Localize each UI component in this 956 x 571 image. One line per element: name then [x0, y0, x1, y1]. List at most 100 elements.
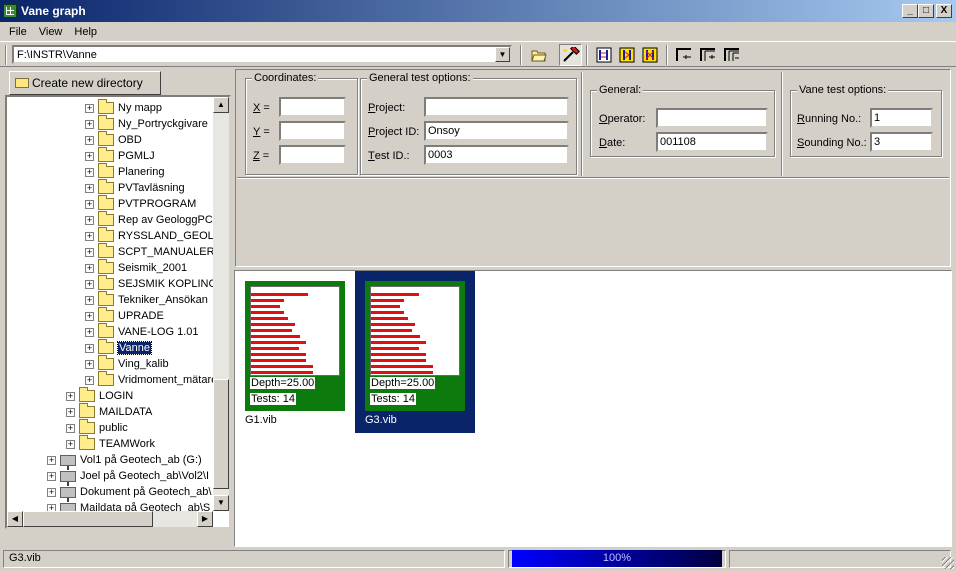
expand-icon[interactable]: + [47, 455, 56, 465]
sounding-no-input[interactable] [870, 132, 933, 152]
expand-icon[interactable]: + [47, 471, 56, 481]
tree-item[interactable]: + Rep av GeologgPC [85, 211, 213, 228]
expand-icon[interactable]: + [66, 439, 75, 449]
expand-icon[interactable]: + [85, 327, 94, 337]
expand-icon[interactable]: + [85, 231, 94, 241]
layout-3-button[interactable] [720, 44, 743, 66]
progress-text: 100% [602, 552, 632, 564]
tree-item[interactable]: + Ving_kalib [85, 355, 169, 372]
tree-item[interactable]: + RYSSLAND_GEOL [85, 227, 214, 244]
expand-icon[interactable]: + [85, 167, 94, 177]
scroll-thumb[interactable] [213, 379, 229, 489]
file-item[interactable]: Depth=25.00 Tests: 14 G3.vib [355, 271, 475, 433]
expand-icon[interactable]: + [66, 423, 75, 433]
scroll-down-button[interactable]: ▼ [213, 495, 229, 511]
date-input[interactable] [656, 132, 768, 152]
project-id-input[interactable] [424, 121, 569, 141]
expand-icon[interactable]: + [85, 359, 94, 369]
path-combo[interactable]: F:\INSTR\Vanne ▼ [12, 45, 512, 64]
tree-item[interactable]: + Vanne [85, 339, 152, 356]
menu-file[interactable]: File [3, 26, 33, 38]
scroll-right-button[interactable]: ▶ [197, 511, 213, 527]
tree-item[interactable]: + Seismik_2001 [85, 259, 187, 276]
layout-2-button[interactable] [696, 44, 719, 66]
expand-icon[interactable]: + [85, 311, 94, 321]
expand-icon[interactable]: + [85, 151, 94, 161]
expand-icon[interactable]: + [85, 247, 94, 257]
scroll-up-button[interactable]: ▲ [213, 97, 229, 113]
minimize-button[interactable]: _ [902, 4, 918, 18]
file-item[interactable]: Depth=25.00 Tests: 14 G1.vib [235, 271, 355, 433]
tree-item[interactable]: + Planering [85, 163, 164, 180]
resize-grip-icon[interactable] [942, 557, 954, 569]
expand-icon[interactable]: + [85, 199, 94, 209]
tree-item[interactable]: + public [66, 419, 128, 436]
tree-item[interactable]: + Vridmoment_mätare [85, 371, 218, 388]
menu-view[interactable]: View [33, 26, 69, 38]
menu-help[interactable]: Help [68, 26, 103, 38]
expand-icon[interactable]: + [85, 183, 94, 193]
tree-item[interactable]: + Dokument på Geotech_ab\ [47, 484, 211, 502]
expand-icon[interactable]: + [85, 343, 94, 353]
expand-icon[interactable]: + [47, 487, 56, 497]
expand-icon[interactable]: + [85, 119, 94, 129]
expand-icon[interactable]: + [66, 407, 75, 417]
expand-icon[interactable]: + [85, 135, 94, 145]
z-coordinate-input[interactable] [279, 145, 346, 165]
tree-item[interactable]: + OBD [85, 131, 142, 148]
tree-item[interactable]: + PGMLJ [85, 147, 155, 164]
running-no-input[interactable] [870, 108, 933, 128]
graph-bar [251, 341, 306, 344]
project-input[interactable] [424, 97, 569, 117]
maximize-button[interactable]: □ [918, 4, 934, 18]
graph-view-1-icon [596, 47, 611, 63]
folder-icon [98, 355, 114, 370]
view-mode-2-button[interactable] [615, 44, 638, 66]
chevron-down-icon[interactable]: ▼ [495, 47, 510, 62]
tree-item[interactable]: + SEJSMIK KOPLINC [85, 275, 216, 292]
tree-item[interactable]: + TEAMWork [66, 435, 155, 452]
tree-item[interactable]: + Ny_Portryckgivare [85, 115, 208, 132]
view-mode-3-button[interactable] [638, 44, 661, 66]
tree-item[interactable]: + LOGIN [66, 387, 133, 404]
tree-horizontal-scrollbar[interactable]: ◀ ▶ [7, 511, 213, 527]
tree-item[interactable]: + Ny mapp [85, 99, 162, 116]
y-coordinate-input[interactable] [279, 121, 346, 141]
expand-icon[interactable]: + [85, 295, 94, 305]
tree-item[interactable]: + PVTavläsning [85, 179, 185, 196]
hscroll-thumb[interactable] [23, 511, 153, 527]
network-drive-icon [60, 454, 76, 470]
test-id-input[interactable] [424, 145, 569, 165]
expand-icon[interactable]: + [66, 391, 75, 401]
expand-icon[interactable]: + [85, 215, 94, 225]
open-folder-button[interactable] [527, 44, 550, 66]
folder-icon [98, 147, 114, 162]
tree-item[interactable]: + UPRADE [85, 307, 164, 324]
tree-item[interactable]: + Tekniker_Ansökan [85, 291, 208, 308]
directory-tree[interactable]: +Sys på Geotech_ab (N:)+Maildata på Geot… [5, 95, 231, 529]
close-button[interactable]: X [936, 4, 952, 18]
tool-button[interactable] [559, 44, 582, 66]
tree-item[interactable]: + SCPT_MANUALER [85, 243, 215, 260]
tree-item[interactable]: + VANE-LOG 1.01 [85, 323, 199, 340]
tree-item[interactable]: + Vol1 på Geotech_ab (G:) [47, 452, 202, 470]
expand-icon[interactable]: + [85, 263, 94, 273]
folder-icon [98, 179, 114, 194]
scroll-left-button[interactable]: ◀ [7, 511, 23, 527]
tree-item[interactable]: + Joel på Geotech_ab\Vol2\I [47, 468, 209, 486]
x-coordinate-input[interactable] [279, 97, 346, 117]
tree-item-label: Vridmoment_mätare [118, 374, 218, 386]
view-mode-1-button[interactable] [592, 44, 615, 66]
graph-view-3-icon [642, 47, 657, 63]
create-directory-button[interactable]: Create new directory [9, 71, 161, 95]
expand-icon[interactable]: + [85, 375, 94, 385]
expand-icon[interactable]: + [85, 279, 94, 289]
layout-1-button[interactable] [672, 44, 695, 66]
operator-label: Operator: [599, 113, 646, 125]
tree-vertical-scrollbar[interactable]: ▲ ▼ [213, 97, 229, 511]
file-view[interactable]: Depth=25.00 Tests: 14 G1.vib Depth=25.00 Tes… [234, 270, 952, 547]
tree-item[interactable]: + MAILDATA [66, 403, 152, 420]
expand-icon[interactable]: + [85, 103, 94, 113]
tree-item[interactable]: + PVTPROGRAM [85, 195, 196, 212]
operator-input[interactable] [656, 108, 768, 128]
